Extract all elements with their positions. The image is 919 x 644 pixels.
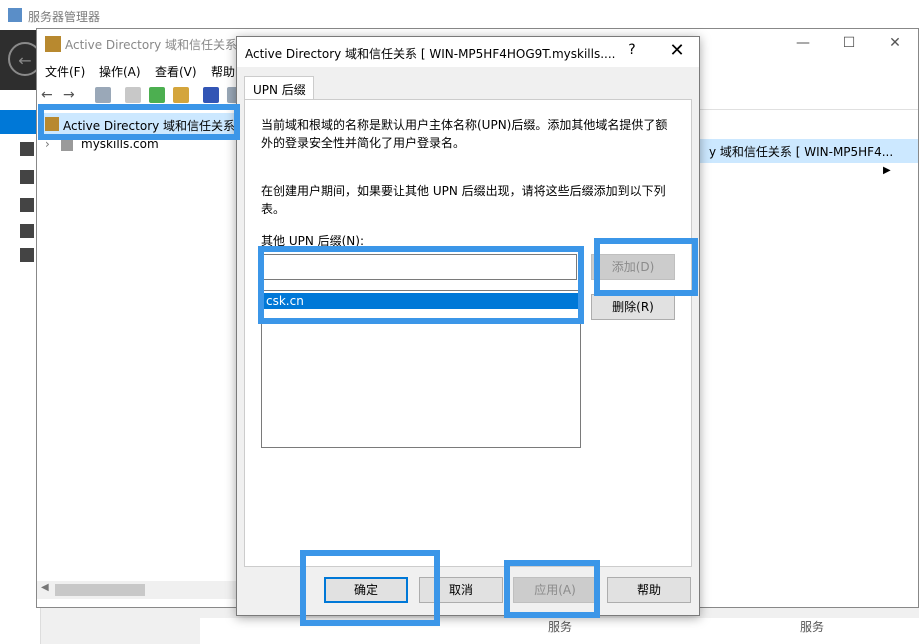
- refresh-icon[interactable]: [149, 87, 165, 103]
- all-servers-icon[interactable]: [20, 198, 34, 212]
- bottom-cell-1: 服务: [548, 620, 573, 634]
- ad-domains-icon: [45, 36, 61, 52]
- back-icon[interactable]: ←: [41, 87, 57, 103]
- instruction-line-2: 表。: [261, 202, 286, 216]
- list-item[interactable]: csk.cn: [262, 293, 580, 309]
- suffix-field-label: 其他 UPN 后缀(N):: [261, 234, 365, 248]
- tree-root-label: Active Directory 域和信任关系: [63, 119, 236, 133]
- menu-view[interactable]: 查看(V): [155, 63, 197, 80]
- ad-tree-icon: [45, 117, 59, 131]
- scroll-thumb[interactable]: [55, 584, 145, 596]
- close-icon[interactable]: ✕: [657, 40, 697, 61]
- dialog-titlebar: Active Directory 域和信任关系 [ WIN-MP5HF4HOG9…: [237, 37, 699, 67]
- tree-item-myskills[interactable]: › myskills.com: [37, 137, 237, 155]
- menu-action[interactable]: 操作(A): [99, 63, 141, 80]
- properties-icon[interactable]: [125, 87, 141, 103]
- file-services-icon[interactable]: [20, 248, 34, 262]
- server-manager-titlebar: 服务器管理器: [0, 0, 919, 30]
- console-tree-icon[interactable]: [95, 87, 111, 103]
- close-icon[interactable]: ✕: [872, 29, 918, 59]
- remove-button[interactable]: 删除(R): [591, 294, 675, 320]
- ok-button[interactable]: 确定: [324, 577, 408, 603]
- list-item-label: csk.cn: [266, 294, 304, 308]
- tab-upn-suffix[interactable]: UPN 后缀: [244, 76, 314, 100]
- console-tree: [37, 109, 238, 589]
- tree-item-label: myskills.com: [81, 137, 159, 151]
- upn-suffix-list[interactable]: csk.cn: [261, 290, 581, 448]
- ad-window-title: Active Directory 域和信任关系: [65, 38, 238, 52]
- apply-button[interactable]: 应用(A): [513, 577, 597, 603]
- expand-chevron-icon[interactable]: ›: [45, 137, 50, 151]
- menu-help[interactable]: 帮助: [211, 63, 235, 80]
- add-button[interactable]: 添加(D): [591, 254, 675, 280]
- description-line-2: 外的登录安全性并简化了用户登录名。: [261, 136, 466, 150]
- tree-root-ad-domains[interactable]: Active Directory 域和信任关系: [39, 113, 239, 137]
- server-manager-bottom: 服务 服务: [200, 618, 919, 644]
- server-manager-title: 服务器管理器: [28, 10, 101, 24]
- minimize-icon[interactable]: —: [780, 29, 826, 59]
- domain-icon: [61, 139, 73, 151]
- dialog-title: Active Directory 域和信任关系 [ WIN-MP5HF4HOG9…: [245, 47, 616, 61]
- more-actions-arrow-icon[interactable]: ▶: [883, 165, 891, 176]
- dashboard-icon[interactable]: [20, 142, 34, 156]
- local-server-icon[interactable]: [20, 170, 34, 184]
- forward-icon[interactable]: →: [63, 87, 79, 103]
- cancel-button[interactable]: 取消: [419, 577, 503, 603]
- menu-file[interactable]: 文件(F): [45, 63, 85, 80]
- right-pane-selected-item[interactable]: y 域和信任关系 [ WIN-MP5HF4...: [697, 139, 918, 163]
- tab-panel: 当前域和根域的名称是默认用户主体名称(UPN)后缀。添加其他域名提供了额 外的登…: [244, 99, 692, 567]
- right-pane-label: y 域和信任关系 [ WIN-MP5HF4...: [709, 145, 894, 159]
- help-button[interactable]: 帮助: [607, 577, 691, 603]
- help-question-icon[interactable]: ?: [617, 42, 647, 58]
- server-manager-nav: [0, 90, 41, 644]
- maximize-icon[interactable]: ☐: [826, 29, 872, 59]
- scroll-left-icon[interactable]: ◀: [41, 582, 49, 593]
- nav-item-selected[interactable]: [0, 110, 40, 134]
- horizontal-scrollbar[interactable]: ◀: [37, 581, 237, 599]
- server-manager-icon: [8, 8, 22, 22]
- help-icon[interactable]: [203, 87, 219, 103]
- ad-ds-icon[interactable]: [20, 224, 34, 238]
- tab-label: UPN 后缀: [253, 83, 306, 97]
- bottom-cell-2: 服务: [800, 620, 825, 634]
- export-icon[interactable]: [173, 87, 189, 103]
- instruction-line-1: 在创建用户期间，如果要让其他 UPN 后缀出现，请将这些后缀添加到以下列: [261, 184, 666, 198]
- description-line-1: 当前域和根域的名称是默认用户主体名称(UPN)后缀。添加其他域名提供了额: [261, 118, 668, 132]
- upn-suffix-input[interactable]: [261, 254, 577, 280]
- upn-suffix-dialog: Active Directory 域和信任关系 [ WIN-MP5HF4HOG9…: [236, 36, 700, 616]
